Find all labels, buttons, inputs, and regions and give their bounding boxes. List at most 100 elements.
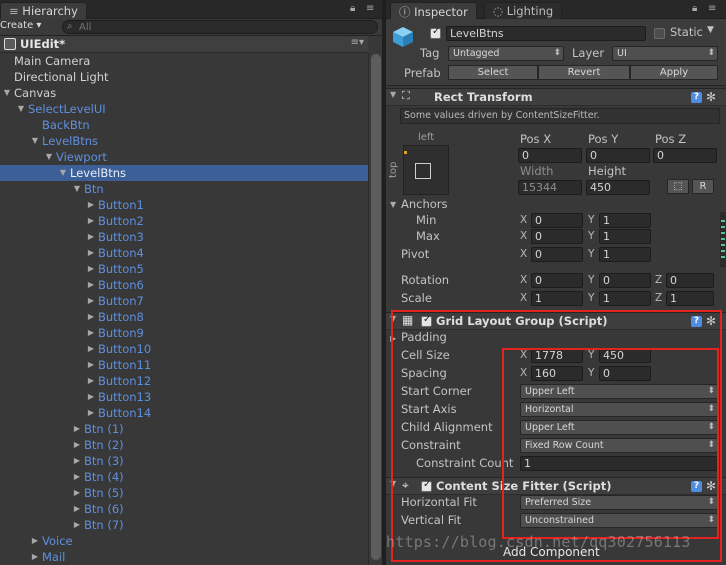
start-corner-dropdown[interactable]: Upper Left [520,384,718,399]
help-icon[interactable]: ? [691,92,702,103]
hierarchy-row[interactable]: ▶ Button2 [0,213,368,229]
static-dropdown-arrow-icon[interactable]: ▼ [707,25,714,35]
hierarchy-row[interactable]: ▶ Button5 [0,261,368,277]
expand-right-arrow-icon[interactable]: ▶ [86,357,96,373]
expand-right-arrow-icon[interactable]: ▶ [72,469,82,485]
gear-icon[interactable]: ✻ [706,90,716,104]
hierarchy-row[interactable]: ▶ Mail [0,549,368,565]
expand-right-arrow-icon[interactable]: ▶ [30,533,40,549]
csf-help-icon[interactable]: ? [691,481,702,492]
anchor-presets-button[interactable] [403,145,449,195]
spacing-y-field[interactable]: 0 [599,366,651,381]
expand-down-arrow-icon[interactable]: ▼ [30,133,40,149]
rotation-x-field[interactable]: 0 [531,273,583,288]
horizontal-fit-dropdown[interactable]: Preferred Size [520,495,718,510]
expand-right-arrow-icon[interactable]: ▶ [86,373,96,389]
expand-right-arrow-icon[interactable]: ▶ [72,453,82,469]
expand-right-arrow-icon[interactable]: ▶ [86,293,96,309]
grid-fold-icon[interactable]: ▼ [390,314,396,323]
fold-arrow-icon[interactable]: ▼ [390,90,396,99]
content-size-fitter-header[interactable]: ▼ ⌖ Content Size Fitter (Script) ? ✻ [386,477,726,495]
tab-inspector[interactable]: ⓘ Inspector [390,2,477,19]
pivot-x-field[interactable]: 0 [531,247,583,262]
pos-z-field[interactable]: 0 [653,148,717,163]
expand-right-arrow-icon[interactable]: ▶ [72,421,82,437]
grid-help-icon[interactable]: ? [691,316,702,327]
anchor-min-x-field[interactable]: 0 [531,213,583,228]
raw-edit-button[interactable]: R [692,179,714,194]
anchor-max-y-field[interactable]: 1 [599,229,651,244]
anchors-fold-icon[interactable]: ▼ [390,200,396,209]
hierarchy-row[interactable]: ▶ Btn (4) [0,469,368,485]
expand-right-arrow-icon[interactable]: ▶ [72,501,82,517]
lock-icon[interactable]: 🔒︎ [350,3,355,14]
static-checkbox[interactable] [654,28,665,39]
hierarchy-row[interactable]: ▶ Button6 [0,277,368,293]
cell-size-y-field[interactable]: 450 [599,348,651,363]
height-field[interactable]: 450 [586,180,650,195]
grid-layout-enabled-checkbox[interactable] [421,314,432,327]
anchor-max-x-field[interactable]: 0 [531,229,583,244]
grid-gear-icon[interactable]: ✻ [706,314,716,328]
inspector-menu-icon[interactable]: ≡ [708,3,716,14]
hierarchy-row[interactable]: ▶ Button12 [0,373,368,389]
expand-right-arrow-icon[interactable]: ▶ [86,309,96,325]
pos-y-field[interactable]: 0 [586,148,650,163]
hierarchy-scrollbar[interactable] [368,53,382,565]
hierarchy-row[interactable]: ▶ Button4 [0,245,368,261]
cell-size-x-field[interactable]: 1778 [531,348,583,363]
constraint-count-field[interactable]: 1 [520,456,718,471]
child-alignment-dropdown[interactable]: Upper Left [520,420,718,435]
pivot-y-field[interactable]: 1 [599,247,651,262]
expand-right-arrow-icon[interactable]: ▶ [86,213,96,229]
expand-down-arrow-icon[interactable]: ▼ [58,165,68,181]
rotation-z-field[interactable]: 0 [666,273,714,288]
hierarchy-row[interactable]: ▶ Btn (1) [0,421,368,437]
expand-right-arrow-icon[interactable]: ▶ [86,245,96,261]
layer-dropdown[interactable]: UI [612,46,718,61]
hierarchy-row[interactable]: ▼ LevelBtns [0,165,368,181]
inspector-side-scroll[interactable] [720,212,726,267]
hierarchy-row[interactable]: ▶ Btn (6) [0,501,368,517]
expand-down-arrow-icon[interactable]: ▼ [16,101,26,117]
expand-down-arrow-icon[interactable]: ▼ [44,149,54,165]
hierarchy-row[interactable]: ▶ Button7 [0,293,368,309]
hierarchy-row[interactable]: Main Camera [0,53,368,69]
hierarchy-row[interactable]: ▶ Button10 [0,341,368,357]
blueprint-mode-button[interactable]: ⬚ [667,179,689,194]
object-name-field[interactable]: LevelBtns [446,26,646,41]
hierarchy-row[interactable]: ▶ Btn (3) [0,453,368,469]
hierarchy-row[interactable]: Directional Light [0,69,368,85]
hierarchy-row[interactable]: ▼ LevelBtns [0,133,368,149]
tab-hierarchy[interactable]: ≡ Hierarchy [0,2,87,19]
scene-header[interactable]: UIEdit* ≡▾ [0,36,368,53]
hierarchy-row[interactable]: ▼ Viewport [0,149,368,165]
tag-dropdown[interactable]: Untagged [448,46,564,61]
prefab-apply-button[interactable]: Apply [630,65,718,80]
expand-right-arrow-icon[interactable]: ▶ [86,277,96,293]
hierarchy-row[interactable]: ▶ Button14 [0,405,368,421]
hierarchy-row[interactable]: ▼ Canvas [0,85,368,101]
padding-fold-icon[interactable]: ▶ [390,334,396,343]
expand-right-arrow-icon[interactable]: ▶ [72,517,82,533]
prefab-revert-button[interactable]: Revert [538,65,630,80]
inspector-lock-icon[interactable]: 🔒︎ [692,3,697,14]
hierarchy-search[interactable]: ⌕ [62,20,378,34]
hierarchy-row[interactable]: ▶ Voice [0,533,368,549]
expand-right-arrow-icon[interactable]: ▶ [86,229,96,245]
hierarchy-row[interactable]: ▶ Button9 [0,325,368,341]
hierarchy-row[interactable]: ▶ Button13 [0,389,368,405]
expand-right-arrow-icon[interactable]: ▶ [86,261,96,277]
expand-right-arrow-icon[interactable]: ▶ [86,325,96,341]
expand-down-arrow-icon[interactable]: ▼ [72,181,82,197]
spacing-x-field[interactable]: 160 [531,366,583,381]
hierarchy-row[interactable]: ▶ Button8 [0,309,368,325]
expand-right-arrow-icon[interactable]: ▶ [86,405,96,421]
scale-z-field[interactable]: 1 [666,291,714,306]
hierarchy-row[interactable]: ▼ SelectLevelUI [0,101,368,117]
hierarchy-row[interactable]: ▶ Btn (2) [0,437,368,453]
expand-right-arrow-icon[interactable]: ▶ [72,485,82,501]
rect-transform-header[interactable]: ▼ ⛶ Rect Transform ? ✻ [386,88,726,106]
search-input[interactable] [79,21,359,33]
create-dropdown[interactable]: Create ▾ [0,20,41,31]
